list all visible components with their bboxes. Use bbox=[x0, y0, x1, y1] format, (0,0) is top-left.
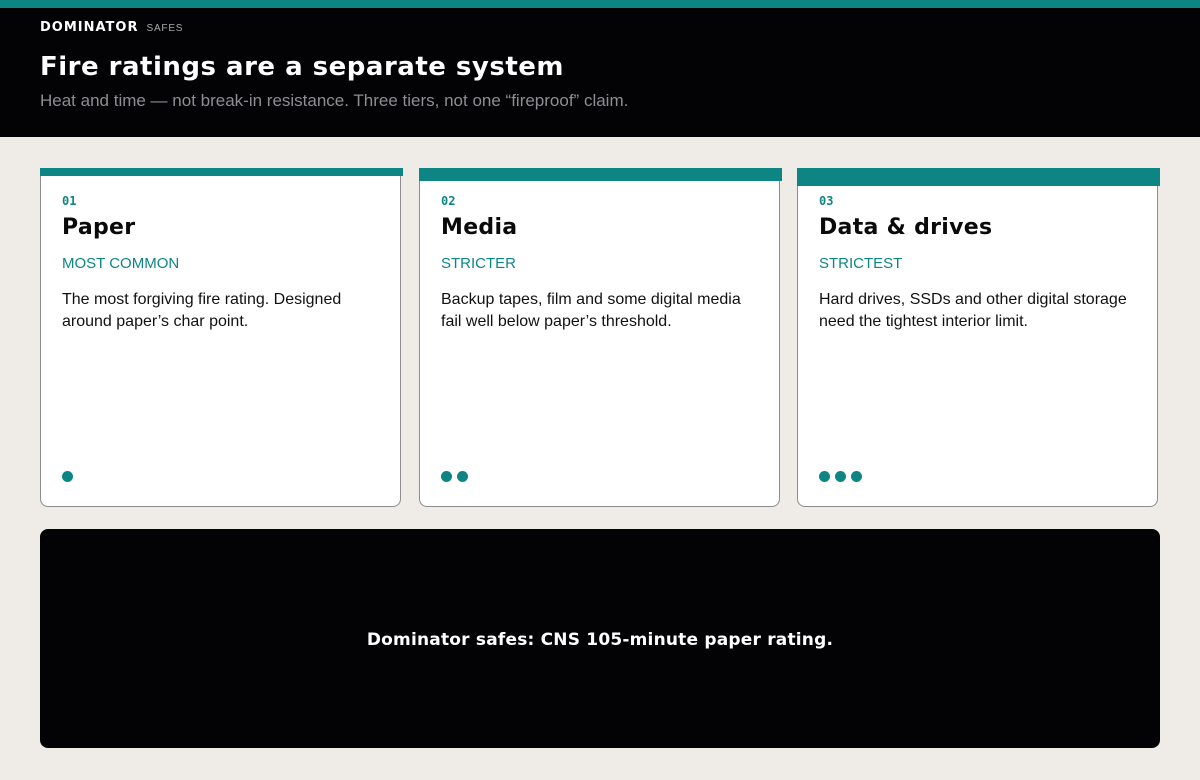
card-number: 01 bbox=[62, 194, 77, 208]
card-accent-bar bbox=[419, 168, 782, 181]
brand-subtitle: SAFES bbox=[146, 23, 184, 34]
card-title: Paper bbox=[62, 215, 136, 240]
card-accent-bar bbox=[40, 168, 403, 176]
brand: DOMINATOR SAFES bbox=[40, 20, 183, 35]
level-dot bbox=[851, 471, 862, 482]
brand-name: DOMINATOR bbox=[40, 20, 139, 35]
card-description: The most forgiving fire rating. Designed… bbox=[62, 291, 342, 330]
tier-card-paper: 01 Paper MOST COMMON The most forgiving … bbox=[40, 168, 403, 507]
level-dot bbox=[835, 471, 846, 482]
card-title: Media bbox=[441, 215, 518, 240]
card-tag: STRICTEST bbox=[819, 255, 903, 272]
card-description: Hard drives, SSDs and other digital stor… bbox=[819, 291, 1127, 330]
card-number: 03 bbox=[819, 194, 834, 208]
card-title: Data & drives bbox=[819, 215, 993, 240]
page-title: Fire ratings are a separate system bbox=[40, 52, 564, 82]
footer-panel: Dominator safes: CNS 105-minute paper ra… bbox=[40, 529, 1160, 748]
top-accent-bar bbox=[0, 0, 1200, 8]
level-dot bbox=[441, 471, 452, 482]
level-dot bbox=[457, 471, 468, 482]
page-header: DOMINATOR SAFES Fire ratings are a separ… bbox=[0, 8, 1200, 137]
level-dot bbox=[62, 471, 73, 482]
footer-statement: Dominator safes: CNS 105-minute paper ra… bbox=[366, 629, 834, 650]
page-subtitle: Heat and time — not break-in resistance.… bbox=[40, 91, 629, 110]
card-level-dots bbox=[441, 471, 468, 482]
tier-card-data-drives: 03 Data & drives STRICTEST Hard drives, … bbox=[797, 168, 1160, 507]
card-level-dots bbox=[819, 471, 862, 482]
level-dot bbox=[819, 471, 830, 482]
card-description: Backup tapes, film and some digital medi… bbox=[441, 291, 741, 330]
card-level-dots bbox=[62, 471, 73, 482]
card-tag: STRICTER bbox=[441, 255, 516, 272]
card-accent-bar bbox=[797, 168, 1160, 186]
card-number: 02 bbox=[441, 194, 456, 208]
tier-card-media: 02 Media STRICTER Backup tapes, film and… bbox=[419, 168, 782, 507]
card-tag: MOST COMMON bbox=[62, 255, 180, 272]
